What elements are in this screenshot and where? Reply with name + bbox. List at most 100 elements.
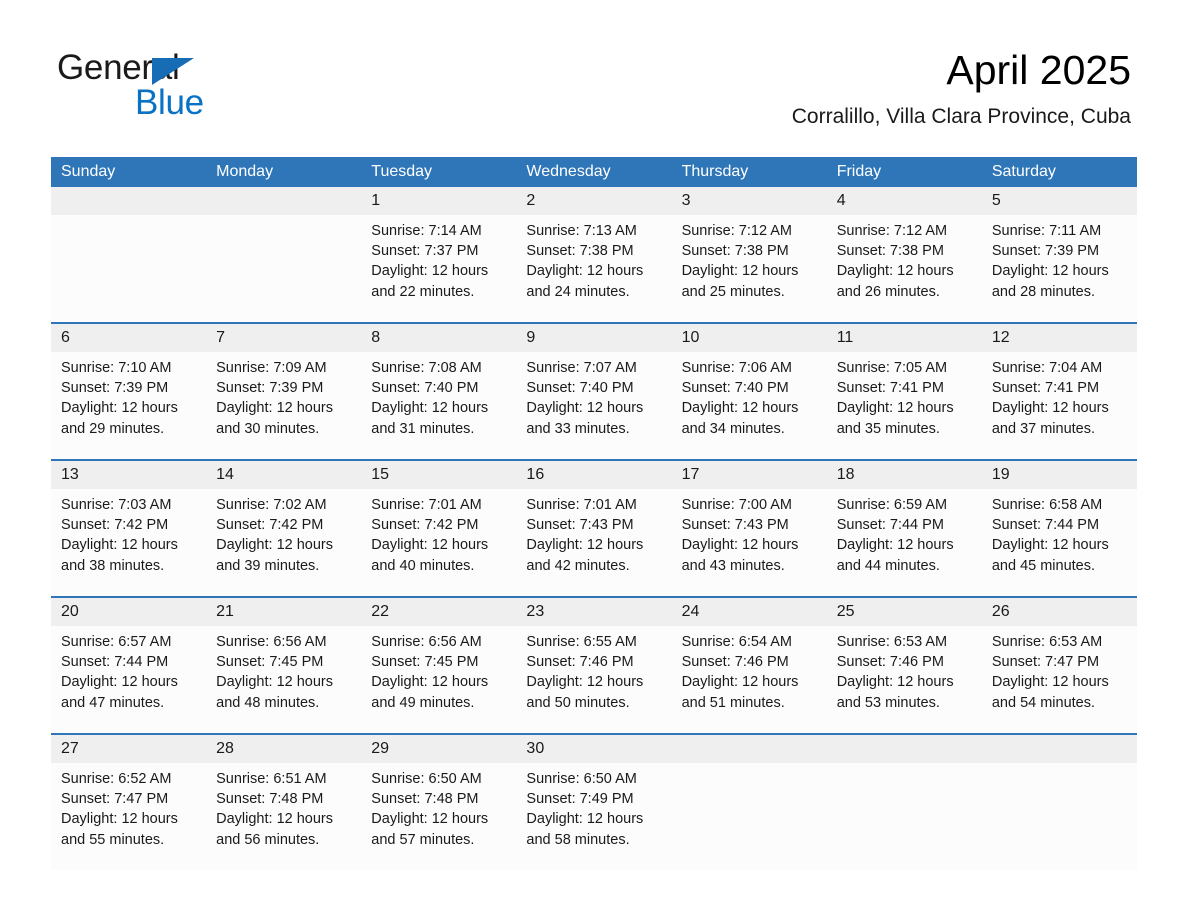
day-cell[interactable]: Sunrise: 7:09 AM Sunset: 7:39 PM Daylight:…: [206, 352, 361, 459]
weekday-header-wednesday: Wednesday: [526, 163, 611, 180]
day-number-band: 20 21 22 23 24 25 26: [51, 598, 1137, 626]
day-cell[interactable]: Sunrise: 6:58 AM Sunset: 7:44 PM Daylight:…: [982, 489, 1137, 596]
day-number[interactable]: 4: [827, 187, 982, 215]
day-cell[interactable]: Sunrise: 6:57 AM Sunset: 7:44 PM Daylight:…: [51, 626, 206, 733]
day-number[interactable]: 14: [206, 461, 361, 489]
day-number[interactable]: 11: [827, 324, 982, 352]
day-number[interactable]: 1: [361, 187, 516, 215]
sunset-text: Sunset: 7:39 PM: [61, 380, 169, 397]
day-cell[interactable]: Sunrise: 6:55 AM Sunset: 7:46 PM Daylight:…: [516, 626, 671, 733]
sunrise-text: Sunrise: 7:06 AM: [681, 360, 792, 376]
daylight-text-cont: and 45 minutes.: [991, 557, 1096, 574]
day-number-empty: [827, 735, 982, 763]
day-number-band: 27 28 29 30: [51, 735, 1137, 763]
day-number[interactable]: 13: [51, 461, 206, 489]
day-number[interactable]: 21: [206, 598, 361, 626]
daylight-text-cont: and 38 minutes.: [61, 557, 165, 574]
day-cell[interactable]: Sunrise: 7:14 AM Sunset: 7:37 PM Daylight:…: [361, 215, 516, 322]
sunrise-text: Sunrise: 6:56 AM: [216, 634, 327, 650]
day-cell-empty: [672, 763, 827, 870]
daylight-text: Daylight: 12 hours: [526, 400, 644, 417]
day-cell[interactable]: Sunrise: 7:08 AM Sunset: 7:40 PM Daylight:…: [361, 352, 516, 459]
day-number-band: 13 14 15 16 17 18 19: [51, 461, 1137, 489]
weekday-header-saturday: Saturday: [991, 163, 1056, 180]
sunset-text: Sunset: 7:46 PM: [836, 654, 944, 671]
day-cell[interactable]: Sunrise: 6:50 AM Sunset: 7:48 PM Daylight:…: [361, 763, 516, 870]
logo-text-blue: Blue: [135, 83, 204, 122]
day-number[interactable]: 22: [361, 598, 516, 626]
day-number[interactable]: 12: [982, 324, 1137, 352]
day-cell[interactable]: Sunrise: 7:12 AM Sunset: 7:38 PM Daylight:…: [672, 215, 827, 322]
daylight-text: Daylight: 12 hours: [216, 537, 334, 554]
daylight-text-cont: and 31 minutes.: [371, 420, 475, 437]
day-number[interactable]: 9: [516, 324, 671, 352]
day-cell-empty: [827, 763, 982, 870]
day-cell[interactable]: Sunrise: 6:53 AM Sunset: 7:46 PM Daylight:…: [827, 626, 982, 733]
day-cell[interactable]: Sunrise: 7:00 AM Sunset: 7:43 PM Daylight:…: [672, 489, 827, 596]
sunrise-text: Sunrise: 7:09 AM: [216, 360, 327, 376]
day-number[interactable]: 8: [361, 324, 516, 352]
day-number[interactable]: 25: [827, 598, 982, 626]
day-number[interactable]: 3: [672, 187, 827, 215]
sunset-text: Sunset: 7:38 PM: [526, 243, 634, 260]
day-cell[interactable]: Sunrise: 7:05 AM Sunset: 7:41 PM Daylight:…: [827, 352, 982, 459]
sunrise-text: Sunrise: 7:12 AM: [836, 223, 948, 239]
day-number[interactable]: 23: [516, 598, 671, 626]
daylight-text-cont: and 57 minutes.: [371, 831, 475, 848]
day-cell[interactable]: Sunrise: 7:10 AM Sunset: 7:39 PM Daylight:…: [51, 352, 206, 459]
day-number[interactable]: 2: [516, 187, 671, 215]
day-number[interactable]: 6: [51, 324, 206, 352]
weekday-header-row: Sunday Monday Tuesday Wednesday Thursday Frid…: [51, 157, 1137, 187]
day-cell[interactable]: Sunrise: 6:56 AM Sunset: 7:45 PM Daylight:…: [361, 626, 516, 733]
sunset-text: Sunset: 7:46 PM: [526, 654, 634, 671]
day-cell[interactable]: Sunrise: 7:04 AM Sunset: 7:41 PM Daylight:…: [982, 352, 1137, 459]
day-cell[interactable]: Sunrise: 7:13 AM Sunset: 7:38 PM Daylight:…: [516, 215, 671, 322]
day-cell[interactable]: Sunrise: 7:01 AM Sunset: 7:43 PM Daylight:…: [516, 489, 671, 596]
sunset-text: Sunset: 7:37 PM: [371, 243, 479, 260]
daylight-text-cont: and 42 minutes.: [526, 557, 630, 574]
daylight-text: Daylight: 12 hours: [836, 537, 954, 554]
day-cell[interactable]: Sunrise: 7:12 AM Sunset: 7:38 PM Daylight:…: [827, 215, 982, 322]
calendar-week-row: 13 14 15 16 17 18 19 Sunrise: 7:03 AM Sunset: 7:…: [51, 459, 1137, 596]
day-number[interactable]: 30: [516, 735, 671, 763]
day-detail-band: Sunrise: 6:52 AM Sunset: 7:47 PM Daylight:…: [51, 763, 1137, 870]
day-number[interactable]: 26: [982, 598, 1137, 626]
day-number[interactable]: 18: [827, 461, 982, 489]
daylight-text: Daylight: 12 hours: [991, 537, 1109, 554]
day-cell[interactable]: Sunrise: 7:07 AM Sunset: 7:40 PM Daylight:…: [516, 352, 671, 459]
sunrise-text: Sunrise: 7:14 AM: [371, 223, 482, 239]
calendar-week-row: 20 21 22 23 24 25 26 Sunrise: 6:57 AM Sunset: 7:…: [51, 596, 1137, 733]
day-cell[interactable]: Sunrise: 6:51 AM Sunset: 7:48 PM Daylight:…: [206, 763, 361, 870]
daylight-text-cont: and 43 minutes.: [681, 557, 785, 574]
day-cell[interactable]: Sunrise: 6:52 AM Sunset: 7:47 PM Daylight:…: [51, 763, 206, 870]
day-cell[interactable]: Sunrise: 7:02 AM Sunset: 7:42 PM Daylight:…: [206, 489, 361, 596]
daylight-text-cont: and 30 minutes.: [216, 420, 320, 437]
sunset-text: Sunset: 7:40 PM: [526, 380, 634, 397]
daylight-text-cont: and 48 minutes.: [216, 694, 320, 711]
sunrise-text: Sunrise: 6:50 AM: [526, 771, 637, 787]
day-number[interactable]: 19: [982, 461, 1137, 489]
day-cell[interactable]: Sunrise: 6:56 AM Sunset: 7:45 PM Daylight:…: [206, 626, 361, 733]
day-number[interactable]: 24: [672, 598, 827, 626]
day-number[interactable]: 16: [516, 461, 671, 489]
day-number[interactable]: 17: [672, 461, 827, 489]
day-cell[interactable]: Sunrise: 6:59 AM Sunset: 7:44 PM Daylight:…: [827, 489, 982, 596]
day-cell[interactable]: Sunrise: 6:54 AM Sunset: 7:46 PM Daylight:…: [672, 626, 827, 733]
day-cell[interactable]: Sunrise: 6:50 AM Sunset: 7:49 PM Daylight:…: [516, 763, 671, 870]
day-number[interactable]: 27: [51, 735, 206, 763]
day-number[interactable]: 10: [672, 324, 827, 352]
day-number[interactable]: 15: [361, 461, 516, 489]
day-number[interactable]: 29: [361, 735, 516, 763]
day-cell[interactable]: Sunrise: 7:06 AM Sunset: 7:40 PM Daylight:…: [672, 352, 827, 459]
day-cell[interactable]: Sunrise: 6:53 AM Sunset: 7:47 PM Daylight:…: [982, 626, 1137, 733]
day-number[interactable]: 28: [206, 735, 361, 763]
day-number[interactable]: 5: [982, 187, 1137, 215]
day-number[interactable]: 20: [51, 598, 206, 626]
day-number[interactable]: 7: [206, 324, 361, 352]
general-blue-logo[interactable]: General Blue: [57, 48, 317, 128]
day-cell[interactable]: Sunrise: 7:11 AM Sunset: 7:39 PM Daylight:…: [982, 215, 1137, 322]
page-title: April 2025: [946, 47, 1131, 93]
sunrise-text: Sunrise: 7:07 AM: [526, 360, 637, 376]
day-cell[interactable]: Sunrise: 7:01 AM Sunset: 7:42 PM Daylight:…: [361, 489, 516, 596]
day-cell[interactable]: Sunrise: 7:03 AM Sunset: 7:42 PM Daylight:…: [51, 489, 206, 596]
